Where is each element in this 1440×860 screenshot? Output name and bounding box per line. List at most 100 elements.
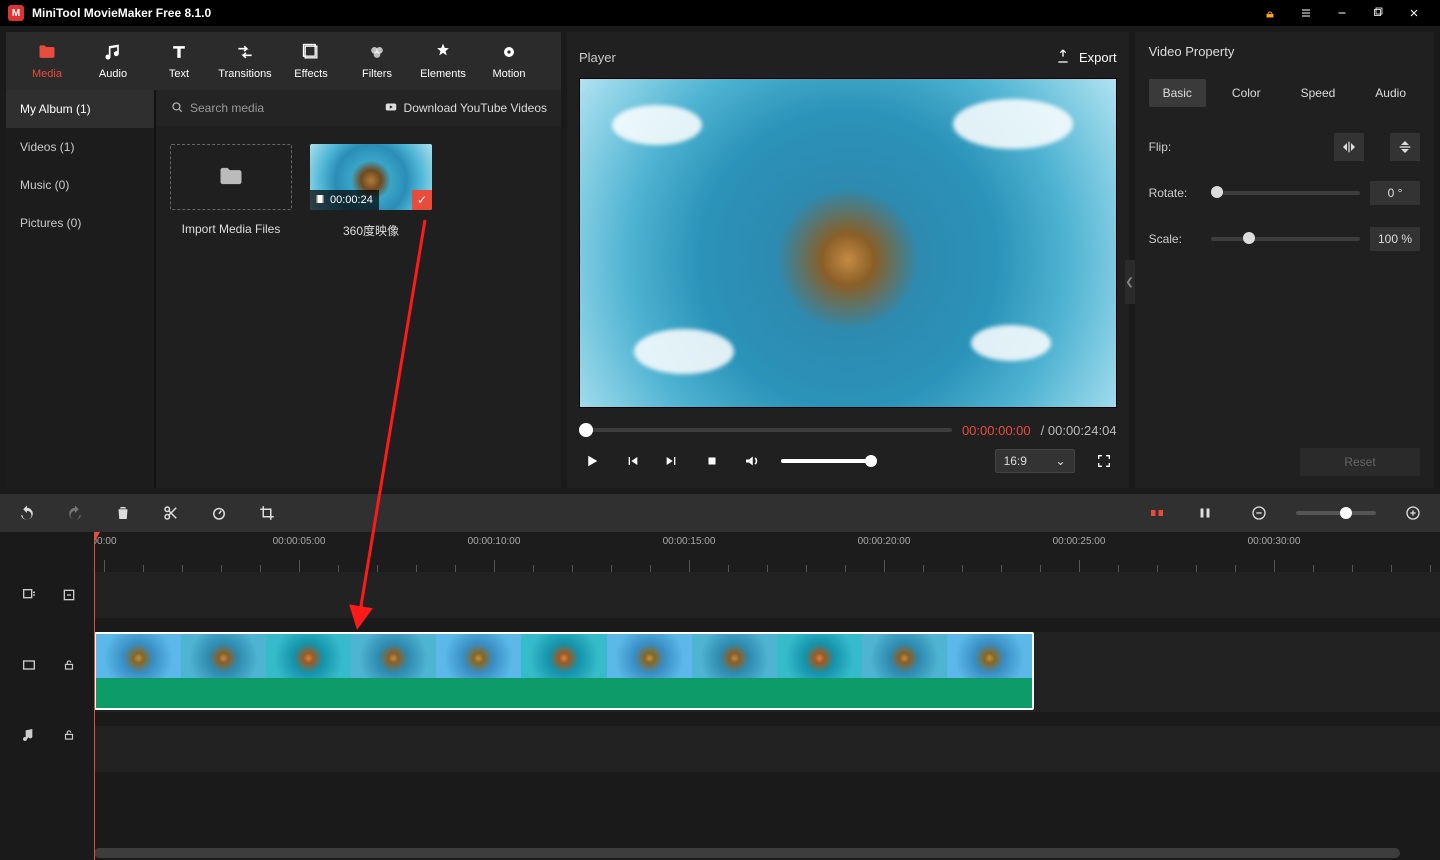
delete-button[interactable] xyxy=(112,502,134,524)
time-total: / 00:00:24:04 xyxy=(1041,423,1117,438)
property-title: Video Property xyxy=(1149,44,1420,59)
upgrade-icon[interactable] xyxy=(1252,0,1288,26)
tab-effects[interactable]: Effects xyxy=(278,32,344,90)
media-clip[interactable]: 00:00:24 ✓ 360度映像 xyxy=(310,144,432,239)
app-logo: M xyxy=(8,5,24,21)
search-icon xyxy=(170,100,184,117)
prop-tab-audio[interactable]: Audio xyxy=(1361,79,1420,107)
transitions-icon xyxy=(235,42,255,62)
player-title: Player xyxy=(579,50,616,65)
filters-icon xyxy=(367,42,387,62)
search-placeholder: Search media xyxy=(190,101,264,115)
maximize-button[interactable] xyxy=(1360,0,1396,26)
tab-transitions[interactable]: Transitions xyxy=(212,32,278,90)
video-lock-icon[interactable] xyxy=(60,656,78,674)
motion-icon xyxy=(499,42,519,62)
audio-track-icon xyxy=(20,726,38,744)
minimize-button[interactable] xyxy=(1324,0,1360,26)
playhead[interactable] xyxy=(94,532,95,860)
ruler-label: 00:00:25:00 xyxy=(1053,536,1106,547)
scale-label: Scale: xyxy=(1149,232,1201,246)
clip-name: 360度映像 xyxy=(343,222,399,239)
track-add-icon[interactable] xyxy=(20,586,38,604)
timeline-mode-a[interactable] xyxy=(1146,502,1168,524)
close-button[interactable] xyxy=(1396,0,1432,26)
zoom-in-button[interactable] xyxy=(1402,502,1424,524)
folder-icon xyxy=(37,42,57,62)
album-sidebar: My Album (1) Videos (1) Music (0) Pictur… xyxy=(6,90,156,488)
player-view[interactable] xyxy=(579,78,1117,408)
music-icon xyxy=(103,42,123,62)
timeline-ruler[interactable]: 00:00 00:00:05:00 00:00:10:00 00:00:15:00 00… xyxy=(94,532,1440,572)
import-label: Import Media Files xyxy=(182,222,281,236)
undo-button[interactable] xyxy=(16,502,38,524)
import-media-button[interactable]: Import Media Files xyxy=(170,144,292,236)
effects-icon xyxy=(301,42,321,62)
prop-tab-speed[interactable]: Speed xyxy=(1287,79,1350,107)
fullscreen-button[interactable] xyxy=(1093,450,1115,472)
split-button[interactable] xyxy=(160,502,182,524)
redo-button[interactable] xyxy=(64,502,86,524)
timeline-scrollbar[interactable] xyxy=(94,846,1440,860)
app-title: MiniTool MovieMaker Free 8.1.0 xyxy=(32,6,211,20)
play-button[interactable] xyxy=(581,450,603,472)
download-icon xyxy=(384,100,398,117)
ruler-label: 00:00 xyxy=(94,536,117,547)
zoom-slider[interactable] xyxy=(1296,511,1376,515)
ruler-label: 00:00:20:00 xyxy=(858,536,911,547)
tab-audio[interactable]: Audio xyxy=(80,32,146,90)
download-youtube-link[interactable]: Download YouTube Videos xyxy=(384,100,547,117)
prop-tab-color[interactable]: Color xyxy=(1218,79,1275,107)
rotate-slider[interactable] xyxy=(1211,191,1360,195)
volume-icon[interactable] xyxy=(741,450,763,472)
ruler-label: 00:00:15:00 xyxy=(663,536,716,547)
timeline-mode-b[interactable] xyxy=(1194,502,1216,524)
ruler-label: 00:00:10:00 xyxy=(468,536,521,547)
check-icon: ✓ xyxy=(412,190,432,210)
next-button[interactable] xyxy=(661,450,683,472)
reset-button[interactable]: Reset xyxy=(1300,448,1420,476)
tab-media[interactable]: Media xyxy=(14,32,80,90)
album-item-pictures[interactable]: Pictures (0) xyxy=(6,204,154,242)
tab-filters[interactable]: Filters xyxy=(344,32,410,90)
aspect-select[interactable]: 16:9 ⌄ xyxy=(995,449,1075,473)
ruler-label: 00:00:05:00 xyxy=(273,536,326,547)
prev-button[interactable] xyxy=(621,450,643,472)
timeline-clip[interactable]: 360度映像 xyxy=(94,632,1034,710)
flip-label: Flip: xyxy=(1149,140,1201,154)
scale-value[interactable]: 100 % xyxy=(1370,227,1420,251)
clip-duration: 00:00:24 xyxy=(330,194,373,206)
collapse-handle[interactable]: ❮ xyxy=(1125,260,1135,304)
rotate-label: Rotate: xyxy=(1149,186,1201,200)
text-icon xyxy=(169,42,189,62)
video-track-icon xyxy=(20,656,38,674)
seek-slider[interactable] xyxy=(579,428,952,432)
flip-horizontal-button[interactable] xyxy=(1334,133,1364,161)
tab-motion[interactable]: Motion xyxy=(476,32,542,90)
prop-tab-basic[interactable]: Basic xyxy=(1149,79,1206,107)
chevron-down-icon: ⌄ xyxy=(1056,454,1066,468)
track-collapse-icon[interactable] xyxy=(60,586,78,604)
album-item-videos[interactable]: Videos (1) xyxy=(6,128,154,166)
ruler-label: 00:00:30:00 xyxy=(1248,536,1301,547)
volume-slider[interactable] xyxy=(781,459,871,463)
folder-icon xyxy=(217,162,245,193)
tab-text[interactable]: Text xyxy=(146,32,212,90)
elements-icon xyxy=(433,42,453,62)
export-button[interactable]: Export xyxy=(1055,48,1117,67)
album-item-music[interactable]: Music (0) xyxy=(6,166,154,204)
film-icon xyxy=(314,193,326,208)
search-input[interactable]: Search media xyxy=(170,100,264,117)
audio-lock-icon[interactable] xyxy=(60,726,78,744)
tab-elements[interactable]: Elements xyxy=(410,32,476,90)
stop-button[interactable] xyxy=(701,450,723,472)
zoom-out-button[interactable] xyxy=(1248,502,1270,524)
rotate-value[interactable]: 0 ° xyxy=(1370,181,1420,205)
speed-button[interactable] xyxy=(208,502,230,524)
flip-vertical-button[interactable] xyxy=(1390,133,1420,161)
menu-icon[interactable] xyxy=(1288,0,1324,26)
album-item-myalbum[interactable]: My Album (1) xyxy=(6,90,154,128)
export-icon xyxy=(1055,48,1071,67)
crop-button[interactable] xyxy=(256,502,278,524)
scale-slider[interactable] xyxy=(1211,237,1360,241)
